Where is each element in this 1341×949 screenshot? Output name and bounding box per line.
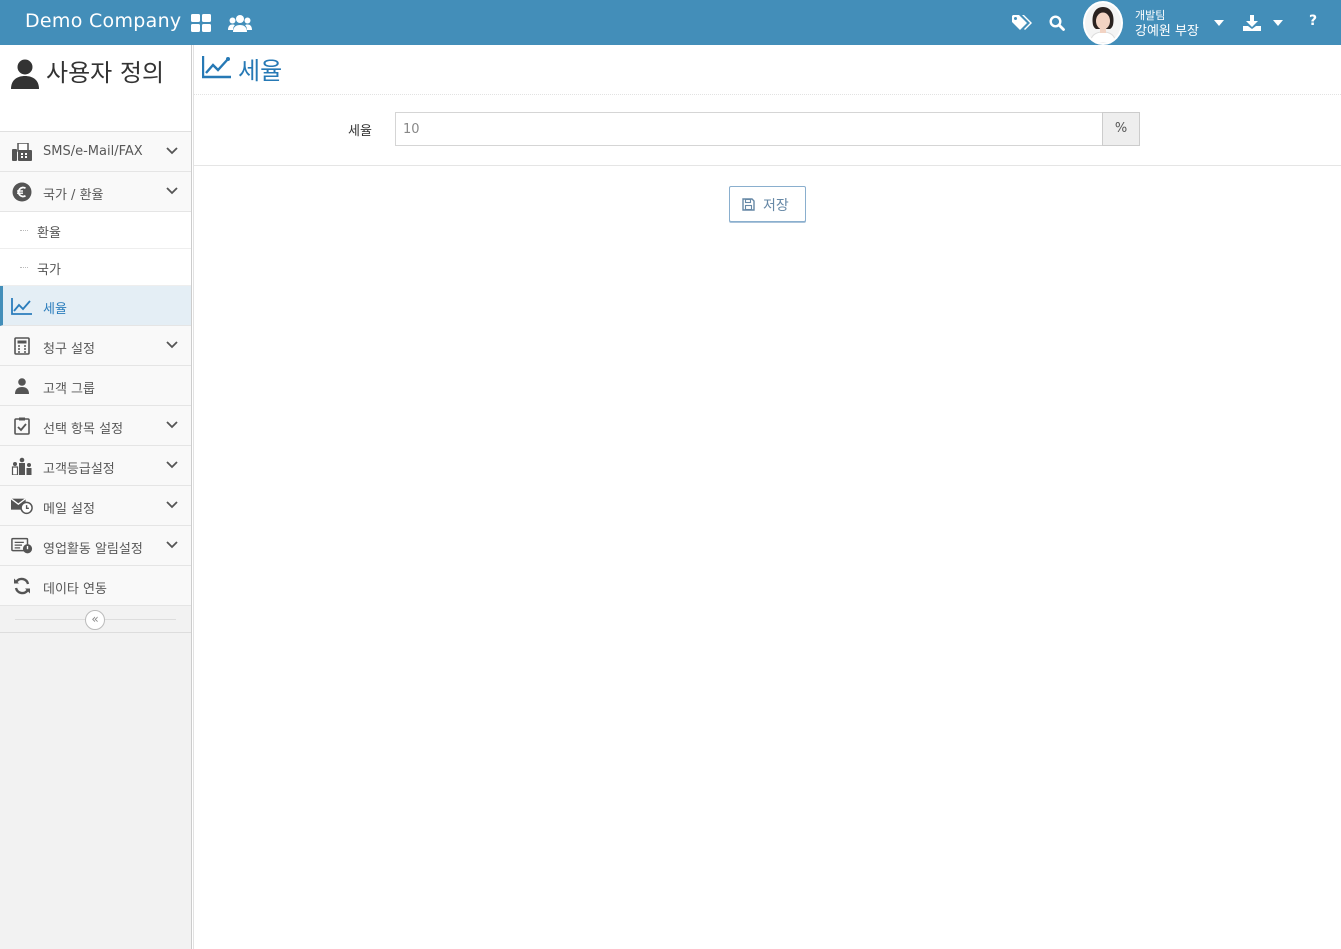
sidebar-item-label: 청구 설정 [43, 342, 95, 357]
help-button[interactable]: ? [1309, 13, 1317, 29]
sidebar-item-label: 영업활동 알림설정 [43, 542, 143, 557]
sidebar-subitem-label: 국가 [37, 263, 61, 278]
sidebar-item-billing-settings[interactable]: 청구 설정 [0, 326, 191, 366]
user-name[interactable]: 강예원 부장 [1135, 20, 1199, 39]
list-alert-icon [11, 536, 33, 556]
chevron-down-icon [166, 539, 178, 554]
chevron-down-icon [166, 499, 178, 514]
floppy-disk-icon [742, 198, 755, 214]
page-title: 세율 [238, 57, 283, 85]
ranking-icon [11, 456, 33, 476]
chevron-down-icon [166, 459, 178, 474]
clipboard-check-icon [11, 416, 33, 436]
main-content: 세율 세율 % 저장 [193, 45, 1341, 949]
save-button-label: 저장 [763, 197, 789, 213]
sidebar-item-mail-settings[interactable]: 메일 설정 [0, 486, 191, 526]
sidebar-subitem-label: 환율 [37, 226, 61, 241]
tax-rate-form-row: 세율 % [194, 95, 1341, 166]
sidebar-item-label: 고객등급설정 [43, 462, 115, 477]
sidebar: 사용자 정의 SMS/e-Mail/FAX 국가 / 환율 환율 국가 세율 청… [0, 45, 192, 949]
sidebar-subitem-exchange-rate[interactable]: 환율 [0, 212, 191, 249]
submenu-country-exchange: 환율 국가 [0, 212, 191, 286]
sidebar-item-label: 고객 그룹 [43, 382, 95, 397]
sidebar-item-label: 선택 항목 설정 [43, 422, 124, 437]
mail-clock-icon [11, 496, 33, 516]
sidebar-item-label: 메일 설정 [43, 502, 95, 517]
sidebar-item-label: 국가 / 환율 [43, 188, 104, 203]
save-button[interactable]: 저장 [729, 186, 806, 222]
user-icon [10, 59, 40, 93]
top-navbar: Demo Company 개발팀 강예원 부장 ? [0, 0, 1341, 45]
sidebar-item-label: SMS/e-Mail/FAX [43, 144, 143, 159]
sidebar-item-customer-group[interactable]: 고객 그룹 [0, 366, 191, 406]
fax-icon [11, 142, 33, 162]
sidebar-item-country-exchange[interactable]: 국가 / 환율 [0, 172, 191, 212]
chevron-down-icon [166, 185, 178, 200]
line-chart-icon [201, 55, 232, 83]
tags-icon[interactable] [1011, 12, 1033, 34]
sidebar-item-label: 세율 [43, 302, 67, 317]
download-menu-caret-icon[interactable] [1273, 20, 1283, 26]
chevron-down-icon [166, 419, 178, 434]
sidebar-collapse-bar: « [0, 606, 191, 633]
sidebar-item-label: 데이타 연동 [43, 582, 107, 597]
page-header: 세율 [194, 45, 1341, 95]
line-chart-icon [11, 296, 33, 316]
sidebar-item-tax-rate[interactable]: 세율 [0, 286, 191, 326]
sidebar-item-option-settings[interactable]: 선택 항목 설정 [0, 406, 191, 446]
sidebar-collapse-button[interactable]: « [85, 610, 105, 630]
sidebar-header: 사용자 정의 [0, 45, 191, 132]
sidebar-item-sales-alert-settings[interactable]: 영업활동 알림설정 [0, 526, 191, 566]
tax-rate-input[interactable] [395, 112, 1103, 146]
sidebar-item-sms-email-fax[interactable]: SMS/e-Mail/FAX [0, 132, 191, 172]
chevron-down-icon [166, 145, 178, 160]
tax-rate-label: 세율 [348, 124, 372, 139]
avatar[interactable] [1083, 1, 1123, 45]
euro-icon [11, 182, 33, 202]
user-menu-caret-icon[interactable] [1214, 20, 1224, 26]
sidebar-item-customer-grade[interactable]: 고객등급설정 [0, 446, 191, 486]
brand-name[interactable]: Demo Company [25, 10, 181, 32]
user-icon [11, 376, 33, 396]
sidebar-subitem-country[interactable]: 국가 [0, 249, 191, 286]
refresh-icon [11, 576, 33, 596]
chevron-down-icon [166, 339, 178, 354]
search-icon[interactable] [1046, 12, 1068, 34]
download-icon[interactable] [1241, 12, 1263, 34]
dashboard-icon[interactable] [190, 12, 212, 34]
users-icon[interactable] [227, 12, 253, 34]
calculator-icon [11, 336, 33, 356]
percent-addon: % [1102, 112, 1140, 146]
sidebar-item-data-sync[interactable]: 데이타 연동 [0, 566, 191, 606]
